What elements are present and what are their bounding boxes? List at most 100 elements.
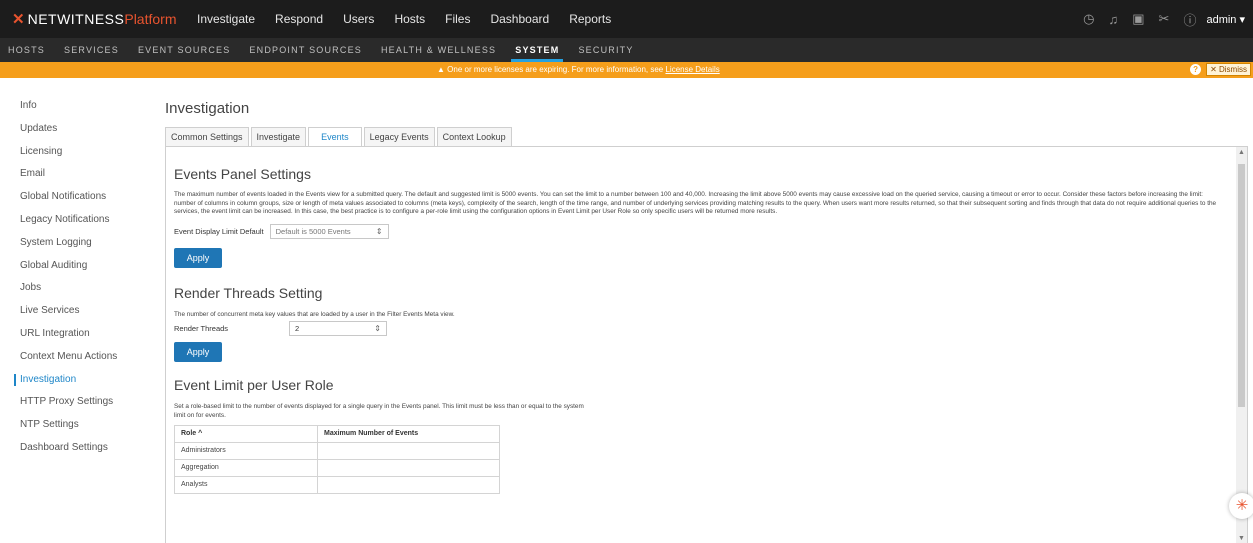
subnav-services[interactable]: SERVICES: [64, 45, 119, 55]
role-cell: Aggregation: [174, 458, 318, 477]
panel-content: Events Panel Settings The maximum number…: [174, 147, 1224, 494]
netwitness-logo[interactable]: ✕ NETWITNESS Platform: [0, 10, 197, 28]
subnav-system[interactable]: SYSTEM: [511, 45, 564, 62]
dismiss-button[interactable]: ✕ Dismiss: [1206, 63, 1251, 76]
dismiss-label: Dismiss: [1219, 65, 1247, 74]
subnav-health-wellness[interactable]: HEALTH & WELLNESS: [381, 45, 496, 55]
warning-icon: ▲: [437, 65, 445, 74]
role-cell: Administrators: [174, 441, 318, 460]
sidebar-item-email[interactable]: Email: [0, 163, 140, 186]
context-hub-icon[interactable]: ✳: [1229, 493, 1253, 519]
subnav-security[interactable]: SECURITY: [578, 45, 633, 55]
tab-events[interactable]: Events: [308, 127, 362, 146]
page-title: Investigation: [165, 100, 250, 117]
license-message: ▲ One or more licenses are expiring. For…: [437, 65, 720, 74]
event-limit-select[interactable]: Default is 5000 Events ⇕: [269, 223, 389, 239]
event-limit-label: Event Display Limit Default: [174, 226, 264, 236]
nav-investigate[interactable]: Investigate: [197, 12, 255, 26]
nav-hosts[interactable]: Hosts: [394, 12, 425, 26]
role-limit-table: Role ^ Maximum Number of Events Administ…: [174, 424, 500, 494]
scroll-down-icon[interactable]: ▼: [1238, 535, 1245, 542]
sidebar-item-dashboard-settings[interactable]: Dashboard Settings: [0, 437, 140, 460]
sidebar-item-updates[interactable]: Updates: [0, 118, 140, 141]
panel-scrollbar[interactable]: ▲ ▼: [1236, 147, 1247, 543]
admin-subnav: HOSTS SERVICES EVENT SOURCES ENDPOINT SO…: [0, 38, 1253, 62]
tab-legacy-events[interactable]: Legacy Events: [363, 127, 435, 146]
user-role-heading: Event Limit per User Role: [174, 377, 334, 394]
user-role-description: Set a role-based limit to the number of …: [174, 403, 584, 419]
render-threads-apply-button[interactable]: Apply: [174, 342, 222, 363]
user-name: admin: [1206, 13, 1237, 26]
event-limit-row: Event Display Limit Default Default is 5…: [174, 223, 1224, 239]
subnav-endpoint-sources[interactable]: ENDPOINT SOURCES: [249, 45, 362, 55]
license-banner: ▲ One or more licenses are expiring. For…: [0, 62, 1253, 78]
sidebar-item-system-logging[interactable]: System Logging: [0, 232, 140, 255]
sidebar-item-investigation[interactable]: Investigation: [0, 369, 140, 392]
scroll-up-icon[interactable]: ▲: [1238, 149, 1245, 156]
sidebar-item-jobs[interactable]: Jobs: [0, 277, 140, 300]
license-details-link[interactable]: License Details: [665, 65, 719, 74]
select-caret-icon: ⇕: [375, 226, 383, 236]
top-nav-bar: ✕ NETWITNESS Platform Investigate Respon…: [0, 0, 1253, 38]
tasks-icon[interactable]: ▣: [1132, 11, 1144, 27]
table-row[interactable]: Administrators: [174, 441, 500, 460]
select-caret-icon: ⇕: [374, 324, 381, 334]
nav-dashboard[interactable]: Dashboard: [490, 12, 549, 26]
sidebar-item-global-auditing[interactable]: Global Auditing: [0, 255, 140, 278]
table-row[interactable]: Analysts: [174, 475, 500, 494]
logo-platform: Platform: [124, 11, 177, 27]
sidebar-item-http-proxy-settings[interactable]: HTTP Proxy Settings: [0, 391, 140, 414]
subnav-event-sources[interactable]: EVENT SOURCES: [138, 45, 230, 55]
tab-common-settings[interactable]: Common Settings: [165, 127, 249, 146]
nav-files[interactable]: Files: [445, 12, 470, 26]
sidebar-item-licensing[interactable]: Licensing: [0, 141, 140, 164]
column-header-role[interactable]: Role ^: [174, 424, 318, 443]
sidebar-item-context-menu-actions[interactable]: Context Menu Actions: [0, 346, 140, 369]
banner-actions: ? ✕ Dismiss: [1190, 63, 1251, 76]
system-sidebar: Info Updates Licensing Email Global Noti…: [0, 95, 140, 460]
render-threads-heading: Render Threads Setting: [174, 284, 323, 301]
header-tools: ◷ ♫ ▣ ✂ ⓘ admin ▾: [1069, 0, 1245, 38]
bell-icon[interactable]: ♫: [1108, 12, 1118, 27]
max-events-cell: [317, 458, 500, 477]
sidebar-item-info[interactable]: Info: [0, 95, 140, 118]
render-threads-row: Render Threads 2 ⇕: [174, 321, 1224, 337]
column-header-max-events: Maximum Number of Events: [317, 424, 500, 443]
events-panel-heading: Events Panel Settings: [174, 166, 311, 182]
nav-respond[interactable]: Respond: [275, 12, 323, 26]
tab-investigate[interactable]: Investigate: [250, 127, 307, 146]
max-events-cell: [317, 475, 500, 494]
logo-mark-icon: ✕: [12, 11, 25, 28]
question-icon[interactable]: ?: [1190, 64, 1202, 75]
nav-users[interactable]: Users: [343, 12, 374, 26]
render-threads-description: The number of concurrent meta key values…: [174, 310, 455, 318]
license-text: One or more licenses are expiring. For m…: [447, 65, 666, 74]
render-threads-select[interactable]: 2 ⇕: [289, 321, 387, 337]
table-row[interactable]: Aggregation: [174, 458, 500, 477]
tools-icon[interactable]: ✂: [1159, 11, 1170, 27]
scrollbar-thumb[interactable]: [1238, 164, 1245, 407]
tab-context-lookup[interactable]: Context Lookup: [436, 127, 512, 146]
max-events-cell: [317, 441, 500, 460]
user-menu[interactable]: admin ▾: [1206, 13, 1245, 26]
subnav-hosts[interactable]: HOSTS: [8, 45, 45, 55]
sidebar-item-live-services[interactable]: Live Services: [0, 300, 140, 323]
sidebar-item-global-notifications[interactable]: Global Notifications: [0, 186, 140, 209]
events-apply-button[interactable]: Apply: [174, 247, 222, 268]
sidebar-item-url-integration[interactable]: URL Integration: [0, 323, 140, 346]
table-header-row: Role ^ Maximum Number of Events: [174, 424, 500, 443]
settings-tabs: Common Settings Investigate Events Legac…: [165, 127, 1253, 146]
event-limit-value: Default is 5000 Events: [275, 226, 351, 236]
main-content: Investigation Common Settings Investigat…: [165, 100, 1253, 543]
nav-reports[interactable]: Reports: [569, 12, 611, 26]
timer-icon[interactable]: ◷: [1083, 11, 1094, 27]
help-icon[interactable]: ⓘ: [1183, 10, 1196, 29]
sidebar-item-ntp-settings[interactable]: NTP Settings: [0, 414, 140, 437]
events-settings-panel: Events Panel Settings The maximum number…: [165, 146, 1248, 543]
logo-name: NETWITNESS: [27, 11, 125, 27]
render-threads-value: 2: [295, 324, 300, 334]
sidebar-item-legacy-notifications[interactable]: Legacy Notifications: [0, 209, 140, 232]
render-threads-label: Render Threads: [174, 324, 229, 334]
role-cell: Analysts: [174, 475, 318, 494]
events-panel-description: The maximum number of events loaded in t…: [174, 191, 1217, 216]
